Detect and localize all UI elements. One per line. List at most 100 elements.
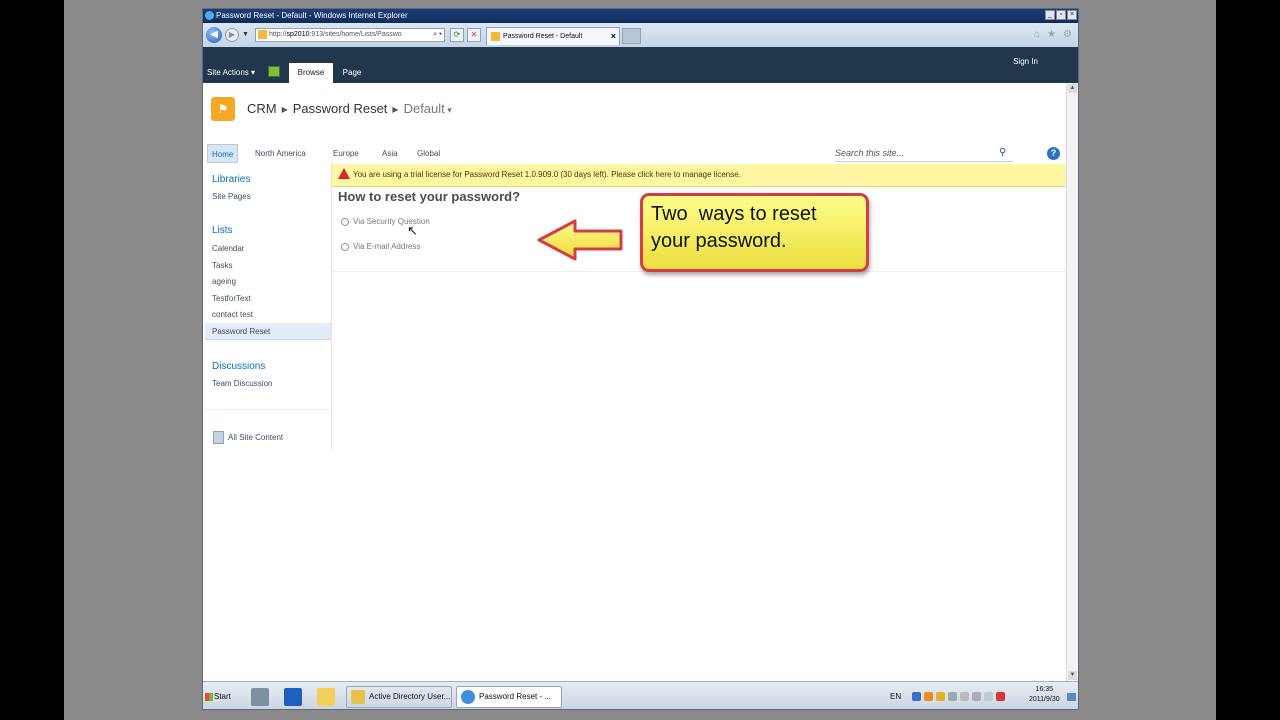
callout-line-1: Two ways to reset: [651, 203, 817, 225]
history-dropdown-icon[interactable]: ▼: [242, 31, 249, 38]
stop-icon[interactable]: ✕: [467, 28, 481, 42]
label-security-question[interactable]: Via Security Question: [353, 217, 430, 226]
tray-network-icon[interactable]: [912, 692, 921, 701]
ql-item-tasks[interactable]: Tasks: [212, 261, 232, 270]
breadcrumb-item-password-reset[interactable]: Password Reset: [293, 101, 388, 116]
forward-button[interactable]: ▶: [225, 28, 239, 42]
close-button[interactable]: ×: [1067, 10, 1077, 20]
callout-line-2: your password.: [651, 230, 787, 252]
breadcrumb-item-default[interactable]: Default: [404, 101, 445, 116]
breadcrumb-separator-icon: ▶: [392, 105, 399, 115]
task-active-directory[interactable]: Active Directory User...: [346, 686, 452, 708]
browser-tab[interactable]: Password Reset - Default ×: [486, 27, 620, 45]
tray-monitor-icon[interactable]: [972, 692, 981, 701]
tab-favicon-icon: [491, 31, 500, 41]
radio-email-address[interactable]: [341, 243, 349, 251]
address-bar[interactable]: http://sp2010:913/sites/home/Lists/Passw…: [255, 28, 445, 42]
refresh-icon[interactable]: ⟳: [450, 28, 464, 42]
sharepoint-ribbon: Site Actions ▾ Browse Page Sign In: [203, 47, 1078, 83]
ql-header-lists[interactable]: Lists: [212, 225, 233, 236]
start-button[interactable]: Start: [205, 689, 233, 705]
windows-taskbar: Start Active Directory User... Password …: [203, 681, 1078, 709]
tray-display-icon[interactable]: [984, 692, 993, 701]
all-site-content-link[interactable]: All Site Content: [228, 433, 283, 442]
ie-window: Password Reset - Default - Windows Inter…: [202, 8, 1079, 710]
trial-license-banner[interactable]: You are using a trial license for Passwo…: [332, 164, 1066, 187]
clock-date: 2011/9/30: [1029, 696, 1060, 703]
address-search-icon[interactable]: ⌕ ▾: [433, 29, 442, 41]
callout-box: Two ways to reset your password.: [640, 193, 869, 272]
clock-time: 16:35: [1035, 686, 1054, 693]
trial-license-text[interactable]: You are using a trial license for Passwo…: [353, 170, 741, 179]
tab-title: Password Reset - Default: [503, 33, 583, 40]
ql-item-password-reset[interactable]: Password Reset: [212, 327, 270, 336]
tab-close-icon[interactable]: ×: [611, 28, 616, 45]
scroll-down-icon[interactable]: ▼: [1068, 671, 1077, 680]
help-icon[interactable]: ?: [1047, 147, 1060, 160]
vertical-scrollbar[interactable]: ▲ ▼: [1066, 83, 1078, 681]
breadcrumb: CRM ▶ Password Reset ▶ Default ▾: [247, 101, 452, 116]
ql-item-testfortext[interactable]: TestforText: [212, 294, 251, 303]
breadcrumb-item-crm[interactable]: CRM: [247, 101, 277, 116]
task-password-reset[interactable]: Password Reset - ...: [456, 686, 562, 708]
letterbox-right: [1216, 0, 1280, 720]
breadcrumb-separator-icon: ▶: [281, 105, 288, 115]
topnav-global[interactable]: Global: [417, 144, 440, 163]
language-indicator[interactable]: EN: [890, 692, 901, 701]
powershell-icon[interactable]: [284, 688, 302, 706]
explorer-folder-icon[interactable]: [317, 688, 335, 706]
ribbon-tab-browse[interactable]: Browse: [289, 63, 333, 83]
ql-item-team-discussion[interactable]: Team Discussion: [212, 379, 272, 388]
tray-info-icon[interactable]: [936, 692, 945, 701]
topnav-asia[interactable]: Asia: [382, 144, 398, 163]
navigate-up-icon[interactable]: [268, 66, 280, 77]
page-heading: How to reset your password?: [338, 189, 521, 204]
system-tray: [912, 692, 1005, 701]
label-email-address[interactable]: Via E-mail Address: [353, 242, 420, 251]
quick-launch-divider: [205, 409, 331, 410]
tray-flag-icon[interactable]: [960, 692, 969, 701]
ql-header-libraries[interactable]: Libraries: [212, 174, 250, 185]
new-tab-button[interactable]: [622, 28, 641, 44]
back-button[interactable]: ◀: [206, 27, 222, 43]
topnav-north-america[interactable]: North America: [255, 144, 306, 163]
sign-in-link[interactable]: Sign In: [1013, 57, 1038, 66]
ql-item-contact-test[interactable]: contact test: [212, 310, 253, 319]
ql-header-discussions[interactable]: Discussions: [212, 361, 265, 372]
ribbon-tab-page[interactable]: Page: [337, 63, 367, 83]
tools-gear-icon[interactable]: ⚙: [1063, 29, 1072, 40]
radio-security-question[interactable]: [341, 218, 349, 226]
home-icon[interactable]: ⌂: [1034, 29, 1040, 40]
active-directory-icon: [351, 689, 365, 704]
system-clock[interactable]: 16:35 2011/9/30: [1029, 685, 1060, 705]
browser-navbar: ◀ ▶ ▼ http://sp2010:913/sites/home/Lists…: [203, 23, 1078, 48]
server-manager-icon[interactable]: [251, 688, 269, 706]
window-controls: _ ▫ ×: [1045, 10, 1077, 20]
all-site-content-icon[interactable]: [213, 431, 224, 444]
page-favicon-icon: [258, 29, 267, 39]
ql-item-ageing[interactable]: ageing: [212, 277, 236, 286]
site-actions-menu[interactable]: Site Actions ▾: [207, 68, 255, 77]
tray-volume-mute-icon[interactable]: [996, 692, 1005, 701]
ql-item-calendar[interactable]: Calendar: [212, 244, 244, 253]
title-bar: Password Reset - Default - Windows Inter…: [203, 9, 1078, 23]
ie-taskbar-icon: [461, 689, 475, 704]
scroll-up-icon[interactable]: ▲: [1068, 84, 1077, 93]
letterbox-left: [0, 0, 64, 720]
tray-app-icon[interactable]: [924, 692, 933, 701]
maximize-button[interactable]: ▫: [1056, 10, 1066, 20]
search-icon[interactable]: ⚲: [999, 147, 1006, 158]
topnav-home[interactable]: Home: [207, 144, 239, 163]
show-desktop-icon[interactable]: [1067, 693, 1076, 701]
warning-icon: [338, 168, 350, 180]
search-input[interactable]: Search this site...: [835, 146, 1013, 162]
topnav-europe[interactable]: Europe: [333, 144, 359, 163]
site-logo-icon[interactable]: ⚑: [211, 97, 235, 121]
tray-key-icon[interactable]: [948, 692, 957, 701]
windows-logo-icon: [205, 692, 213, 701]
quick-launch-border: [331, 163, 332, 449]
favorites-star-icon[interactable]: ★: [1047, 29, 1056, 40]
ql-item-site-pages[interactable]: Site Pages: [212, 192, 251, 201]
minimize-button[interactable]: _: [1045, 10, 1055, 20]
command-icons: ⌂ ★ ⚙: [1034, 29, 1072, 40]
